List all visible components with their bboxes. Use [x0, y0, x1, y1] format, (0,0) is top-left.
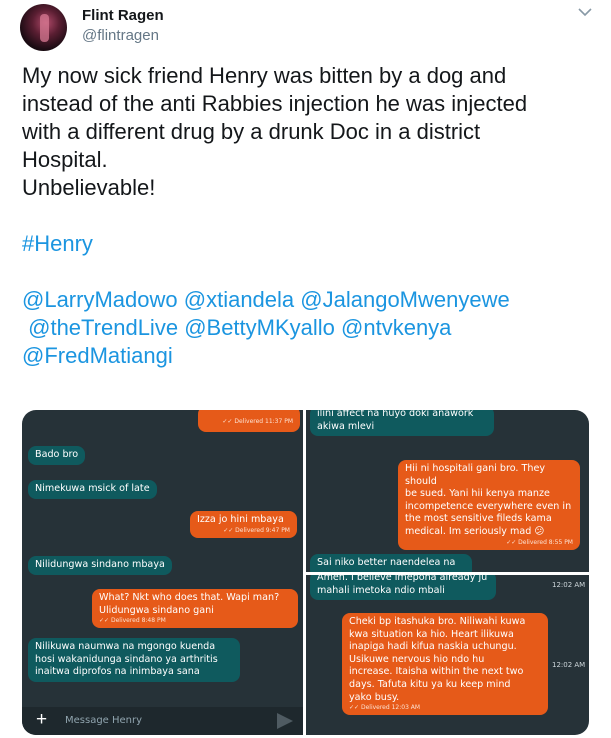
message-text: medical. Im seriously mad 😕	[405, 525, 545, 537]
delivered-status: ✓✓ Delivered 9:47 PM	[223, 526, 290, 534]
message-text: hosi wakanidunga sindano ya arthritis	[35, 653, 218, 665]
message-text: What? Nkt who does that. Wapi man?	[99, 592, 280, 603]
mention-link[interactable]: @LarryMadowo	[22, 287, 178, 312]
chat-screenshot-left[interactable]: ✓✓ Delivered 11:37 PM Bado bro Nimekuwa …	[22, 410, 303, 735]
hashtag-link[interactable]: #Henry	[22, 230, 590, 258]
tweet-text: My now sick friend Henry was bitten by a…	[22, 62, 590, 370]
tweet-line: Unbelievable!	[22, 175, 156, 200]
plus-icon[interactable]: +	[36, 710, 47, 730]
tweet-line: instead of the anti Rabbies injection he…	[22, 91, 528, 116]
message-text: mahali imetoka ndio mbali	[317, 584, 445, 596]
message-text: inaitwa diprofos na inimbaya sana	[35, 666, 200, 678]
avatar[interactable]	[20, 4, 67, 51]
avatar-figure	[40, 14, 49, 42]
chat-bubble-incoming: ilini affect na huyo doki anawork akiwa …	[310, 410, 494, 437]
message-input[interactable]: Message Henry	[65, 715, 142, 726]
tweet-line: with a different drug by a drunk Doc in …	[22, 119, 481, 144]
mentions-row: @LarryMadowo @xtiandela @JalangoMwenyewe	[22, 286, 590, 314]
user-handle[interactable]: @flintragen	[82, 27, 159, 44]
message-text: increase. Itaisha within the next two	[349, 666, 524, 678]
message-text: inapiga hadi kifua naskia uchungu.	[349, 641, 517, 653]
delivered-status: ✓✓ Delivered 12:03 AM	[349, 704, 421, 712]
chat-bubble-incoming: Nilikuwa naumwa na mgongo kuenda hosi wa…	[28, 638, 240, 682]
chat-bubble-incoming: Sai niko better naendelea na	[310, 554, 472, 572]
message-text: Izza jo hini mbaya	[197, 514, 284, 525]
chat-bubble-outgoing: What? Nkt who does that. Wapi man? Ulidu…	[92, 589, 298, 629]
mentions-row: @theTrendLive @BettyMKyallo @ntvkenya	[22, 314, 590, 342]
message-timestamp: 12:02 AM	[552, 661, 586, 669]
message-text: akiwa mlevi	[317, 420, 375, 432]
mention-link[interactable]: @theTrendLive	[28, 315, 178, 340]
message-text: yako busy.	[349, 691, 400, 703]
display-name[interactable]: Flint Ragen	[82, 7, 164, 24]
message-text: Hii ni hospitali gani bro. They should	[405, 463, 546, 487]
message-text: Nilikuwa naumwa na mgongo kuenda	[35, 641, 216, 652]
mention-link[interactable]: @FredMatiangi	[22, 343, 173, 368]
chat-bubble-incoming: Bado bro	[28, 446, 86, 465]
message-text: days. Tafuta kitu ya ku keep mind	[349, 678, 511, 690]
chat-bubble-incoming: Ameh. I believe imepona already ju mahal…	[310, 575, 496, 601]
tweet-line: My now sick friend Henry was bitten by a…	[22, 63, 507, 88]
message-text: ilini affect na huyo doki anawork	[317, 410, 474, 419]
chat-screenshot-bottom-right[interactable]: Ameh. I believe imepona already ju mahal…	[306, 575, 589, 735]
delivered-status: ✓✓ Delivered 11:37 PM	[222, 418, 293, 425]
mentions-row: @FredMatiangi	[22, 342, 590, 370]
message-text: kwa situation ka hio. Heart ilikuwa	[349, 628, 514, 640]
message-text: Usikuwe nervous hio ndo hu	[349, 653, 485, 665]
message-text: Ameh. I believe imepona already ju	[317, 575, 488, 583]
message-timestamp: 12:02 AM	[552, 581, 586, 589]
mention-link[interactable]: @BettyMKyallo	[184, 315, 335, 340]
message-composer[interactable]: + Message Henry	[22, 707, 303, 735]
message-text: incompetence everywhere even in	[405, 500, 572, 512]
mention-link[interactable]: @xtiandela	[184, 287, 294, 312]
chevron-down-icon[interactable]	[576, 6, 594, 20]
tweet-line: Hospital.	[22, 147, 108, 172]
chat-bubble-outgoing: Izza jo hini mbaya ✓✓ Delivered 9:47 PM	[190, 511, 297, 538]
message-text: the most sensitive fileds kama	[405, 513, 552, 525]
message-text: be sued. Yani hii kenya manze	[405, 488, 550, 500]
tweet-media-collage[interactable]: ✓✓ Delivered 11:37 PM Bado bro Nimekuwa …	[22, 410, 589, 735]
chat-bubble-incoming: Nilidungwa sindano mbaya	[28, 556, 172, 575]
mention-link[interactable]: @JalangoMwenyewe	[300, 287, 509, 312]
tweet-header: Flint Ragen @flintragen	[16, 0, 596, 52]
send-icon[interactable]	[277, 713, 293, 729]
chat-bubble-outgoing: Hii ni hospitali gani bro. They should b…	[398, 460, 580, 550]
chat-screenshot-top-right[interactable]: ilini affect na huyo doki anawork akiwa …	[306, 410, 589, 572]
mention-link[interactable]: @ntvkenya	[341, 315, 451, 340]
message-text: Ulidungwa sindano gani	[99, 604, 214, 616]
delivered-status: ✓✓ Delivered 8:48 PM	[99, 617, 166, 625]
chat-bubble-outgoing: Cheki bp itashuka bro. Niliwahi kuwa kwa…	[342, 613, 548, 716]
chat-bubble-incoming: Nimekuwa msick of late	[28, 480, 157, 499]
delivered-status: ✓✓ Delivered 8:55 PM	[506, 538, 573, 546]
message-text: Cheki bp itashuka bro. Niliwahi kuwa	[349, 616, 526, 627]
chat-bubble-outgoing: ✓✓ Delivered 11:37 PM	[198, 410, 300, 432]
